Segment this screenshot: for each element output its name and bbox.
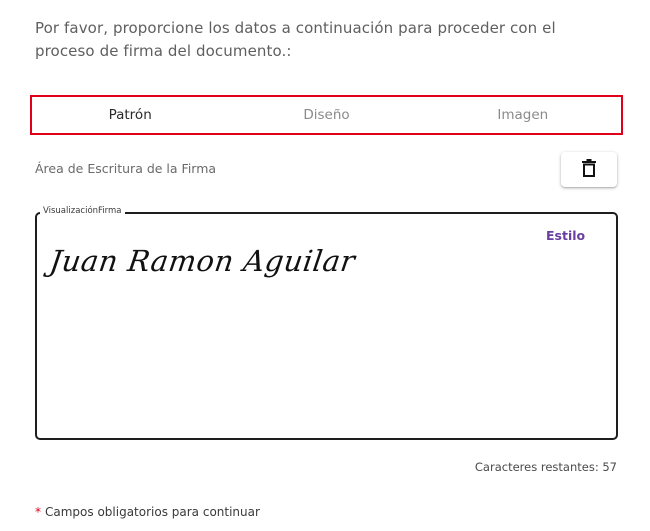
intro-text: Por favor, proporcione los datos a conti…: [35, 19, 556, 60]
signature-mode-tabs: Patrón Diseño Imagen: [30, 95, 623, 135]
required-fields-note: * Campos obligatorios para continuar: [35, 505, 260, 519]
tab-imagen[interactable]: Imagen: [425, 97, 621, 133]
required-fields-text: Campos obligatorios para continuar: [45, 505, 260, 519]
required-asterisk: *: [35, 505, 41, 519]
signature-form: Por favor, proporcione los datos a conti…: [0, 0, 650, 531]
trash-icon: [582, 158, 596, 181]
style-button[interactable]: Estilo: [546, 228, 585, 243]
signature-preview-legend: VisualizaciónFirma: [40, 206, 125, 217]
signature-preview-text: Juan Ramon Aguilar: [47, 244, 358, 278]
tab-patron[interactable]: Patrón: [32, 97, 228, 133]
tab-diseno[interactable]: Diseño: [228, 97, 424, 133]
clear-signature-button[interactable]: [561, 152, 617, 187]
remaining-characters: Caracteres restantes: 57: [474, 460, 617, 474]
signature-area-label: Área de Escritura de la Firma: [35, 161, 217, 176]
